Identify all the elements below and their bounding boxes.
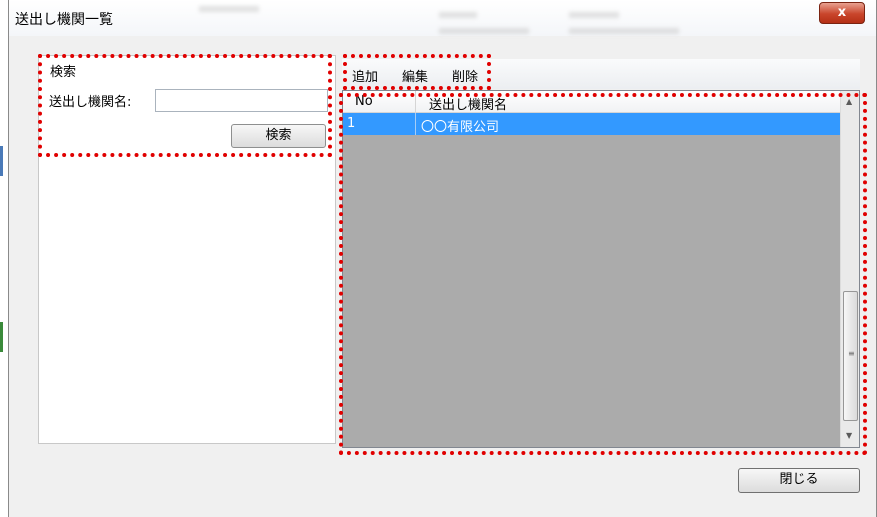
grid-highlight	[339, 93, 867, 455]
blurred-background-text	[569, 12, 619, 18]
blurred-background-text	[439, 28, 529, 34]
search-area-highlight	[38, 54, 332, 157]
title-bar: 送出し機関一覧 x	[9, 0, 876, 36]
close-button[interactable]: 閉じる	[738, 468, 860, 493]
toolbar-highlight	[343, 54, 491, 90]
window-title: 送出し機関一覧	[15, 12, 113, 28]
background-window-edge	[0, 322, 3, 352]
background-window-edge	[0, 146, 3, 176]
blurred-background-text	[439, 12, 477, 18]
blurred-background-text	[199, 6, 259, 12]
window-close-button[interactable]: x	[819, 2, 865, 24]
blurred-background-text	[569, 28, 679, 34]
